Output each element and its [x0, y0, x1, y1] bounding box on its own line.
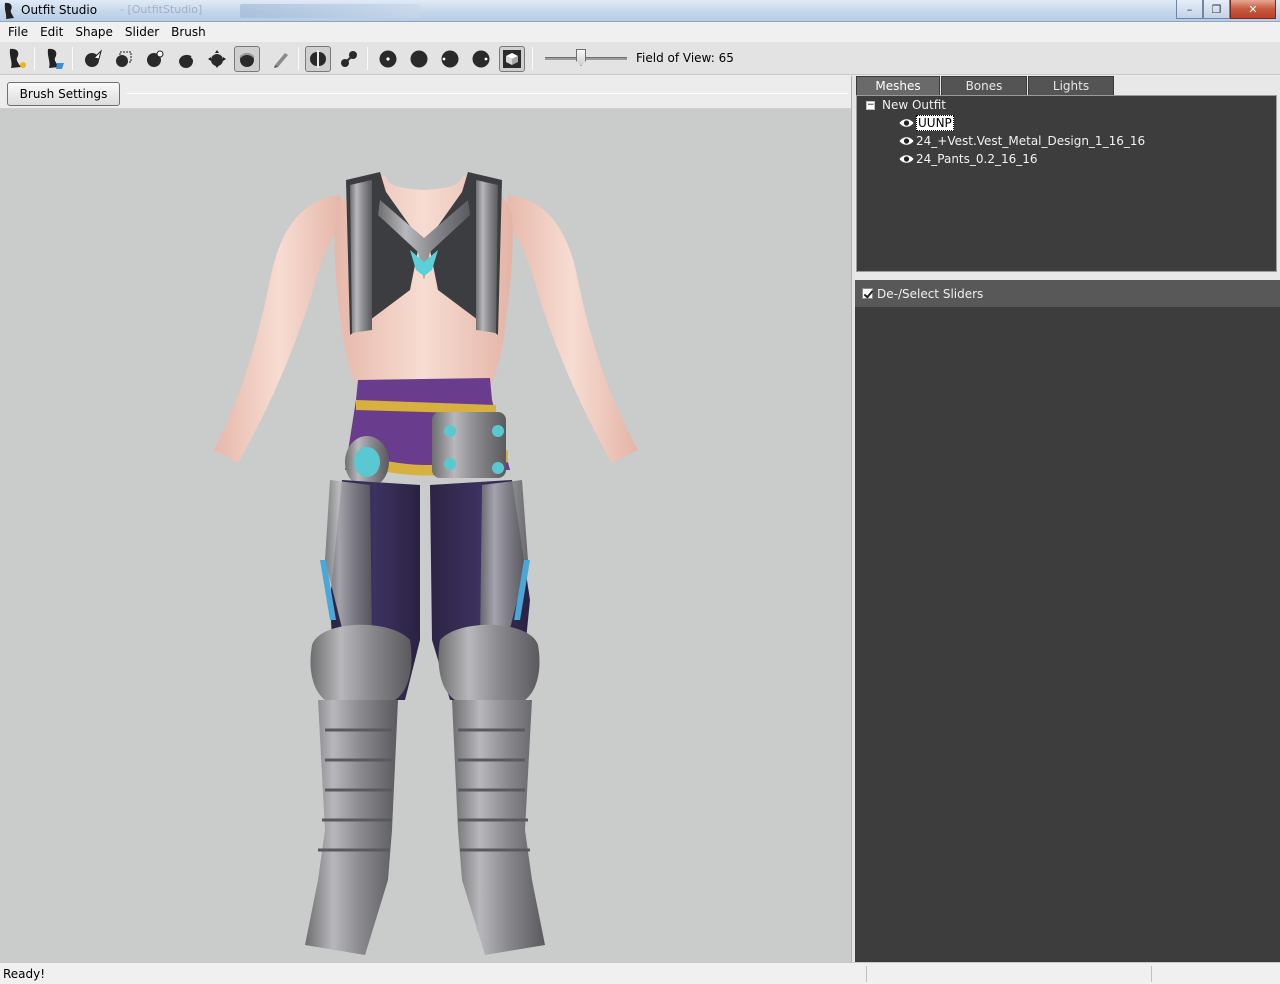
deflate-brush-icon	[179, 54, 193, 68]
new-project-button[interactable]	[4, 46, 30, 72]
mirror-x-button[interactable]	[305, 46, 331, 72]
window-title: Outfit Studio	[21, 3, 98, 17]
app-icon	[4, 2, 15, 20]
menu-shape[interactable]: Shape	[69, 22, 119, 42]
visibility-eye-icon[interactable]	[899, 118, 914, 128]
brush-size-small-icon	[379, 50, 397, 68]
brush-settings-divider	[127, 93, 848, 94]
toolbar-separator	[72, 47, 73, 70]
status-text: Ready!	[3, 967, 46, 981]
tree-item-label[interactable]: UUNP	[916, 115, 954, 131]
menu-brush[interactable]: Brush	[165, 22, 212, 42]
collapse-toggle[interactable]: −	[866, 101, 875, 110]
sliders-header: De-/Select Sliders	[855, 280, 1280, 307]
tree-item[interactable]: 24_+Vest.Vest_Metal_Design_1_16_16	[899, 133, 1145, 149]
tab-lights[interactable]: Lights	[1028, 76, 1114, 95]
visibility-eye-icon[interactable]	[899, 136, 914, 146]
tree-item-label[interactable]: 24_Pants_0.2_16_16	[916, 152, 1038, 166]
toolbar-separator	[532, 47, 533, 70]
brush-settings-button[interactable]: Brush Settings >>	[7, 82, 120, 123]
3d-viewport[interactable]	[0, 110, 851, 962]
brush-size-medium-button[interactable]	[406, 46, 432, 72]
deflate-brush-button[interactable]	[173, 46, 199, 72]
weight-brush-button[interactable]	[268, 46, 294, 72]
menu-slider[interactable]: Slider	[119, 22, 165, 42]
maximize-button[interactable]: ❐	[1203, 0, 1230, 19]
title-ghost-bar	[240, 4, 420, 18]
mirror-x-icon	[310, 50, 326, 68]
title-bar: Outfit Studio - [OutfitStudio] – ❐ ✕	[0, 0, 1280, 22]
status-bar: Ready!	[0, 962, 1280, 984]
tree-item[interactable]: UUNP	[899, 115, 954, 131]
move-brush-icon	[208, 50, 226, 68]
menu-bar: File Edit Shape Slider Brush	[0, 22, 1280, 42]
menu-file[interactable]: File	[2, 22, 34, 42]
connected-only-button[interactable]	[336, 46, 362, 72]
outfit-model-render	[214, 172, 638, 955]
select-tool-button[interactable]	[80, 46, 106, 72]
brush-falloff-button[interactable]	[437, 46, 463, 72]
select-sliders-label[interactable]: De-/Select Sliders	[877, 287, 983, 301]
tree-root-label[interactable]: New Outfit	[882, 98, 946, 112]
right-tabs: Meshes Bones Lights	[856, 76, 1115, 95]
brush-strength-icon	[472, 50, 490, 68]
smooth-brush-icon	[239, 53, 255, 67]
tab-bones[interactable]: Bones	[941, 76, 1027, 95]
mask-icon	[116, 51, 132, 67]
window-controls: – ❐ ✕	[1176, 0, 1276, 19]
brush-falloff-icon	[441, 50, 459, 68]
brush-size-medium-icon	[410, 50, 428, 68]
toolbar-separator	[367, 47, 368, 70]
status-divider	[866, 966, 867, 982]
select-icon	[85, 49, 102, 67]
tab-meshes[interactable]: Meshes	[856, 76, 940, 95]
mask-tool-button[interactable]	[111, 46, 137, 72]
restore-icon: ❐	[1211, 2, 1222, 16]
minimize-button[interactable]: –	[1176, 0, 1203, 19]
window-title-ghost: - [OutfitStudio]	[120, 3, 203, 16]
toolbar-separator	[298, 47, 299, 70]
brush-size-small-button[interactable]	[375, 46, 401, 72]
tree-item[interactable]: 24_Pants_0.2_16_16	[899, 151, 1038, 167]
load-reference-button[interactable]	[42, 46, 68, 72]
brush-strength-button[interactable]	[468, 46, 494, 72]
fov-slider-track[interactable]	[545, 57, 627, 60]
new-project-icon	[9, 48, 26, 68]
close-icon: ✕	[1248, 2, 1258, 16]
minimize-icon: –	[1186, 2, 1193, 16]
load-reference-icon	[47, 48, 64, 69]
toolbar-separator	[34, 47, 35, 70]
smooth-brush-button[interactable]	[234, 46, 260, 72]
connected-icon	[341, 51, 357, 67]
menu-edit[interactable]: Edit	[34, 22, 69, 42]
fov-label: Field of View: 65	[636, 51, 734, 65]
view-cube-icon	[503, 50, 521, 68]
status-divider	[1151, 966, 1152, 982]
inflate-brush-icon	[147, 50, 164, 67]
sliders-list	[855, 307, 1280, 962]
move-brush-button[interactable]	[204, 46, 230, 72]
inflate-brush-button[interactable]	[142, 46, 168, 72]
tree-item-label[interactable]: 24_+Vest.Vest_Metal_Design_1_16_16	[916, 134, 1145, 148]
weight-brush-icon	[274, 53, 288, 68]
close-button[interactable]: ✕	[1230, 0, 1276, 19]
visibility-eye-icon[interactable]	[899, 154, 914, 164]
select-sliders-checkbox[interactable]	[862, 288, 873, 299]
view-cube-button[interactable]	[499, 46, 525, 72]
